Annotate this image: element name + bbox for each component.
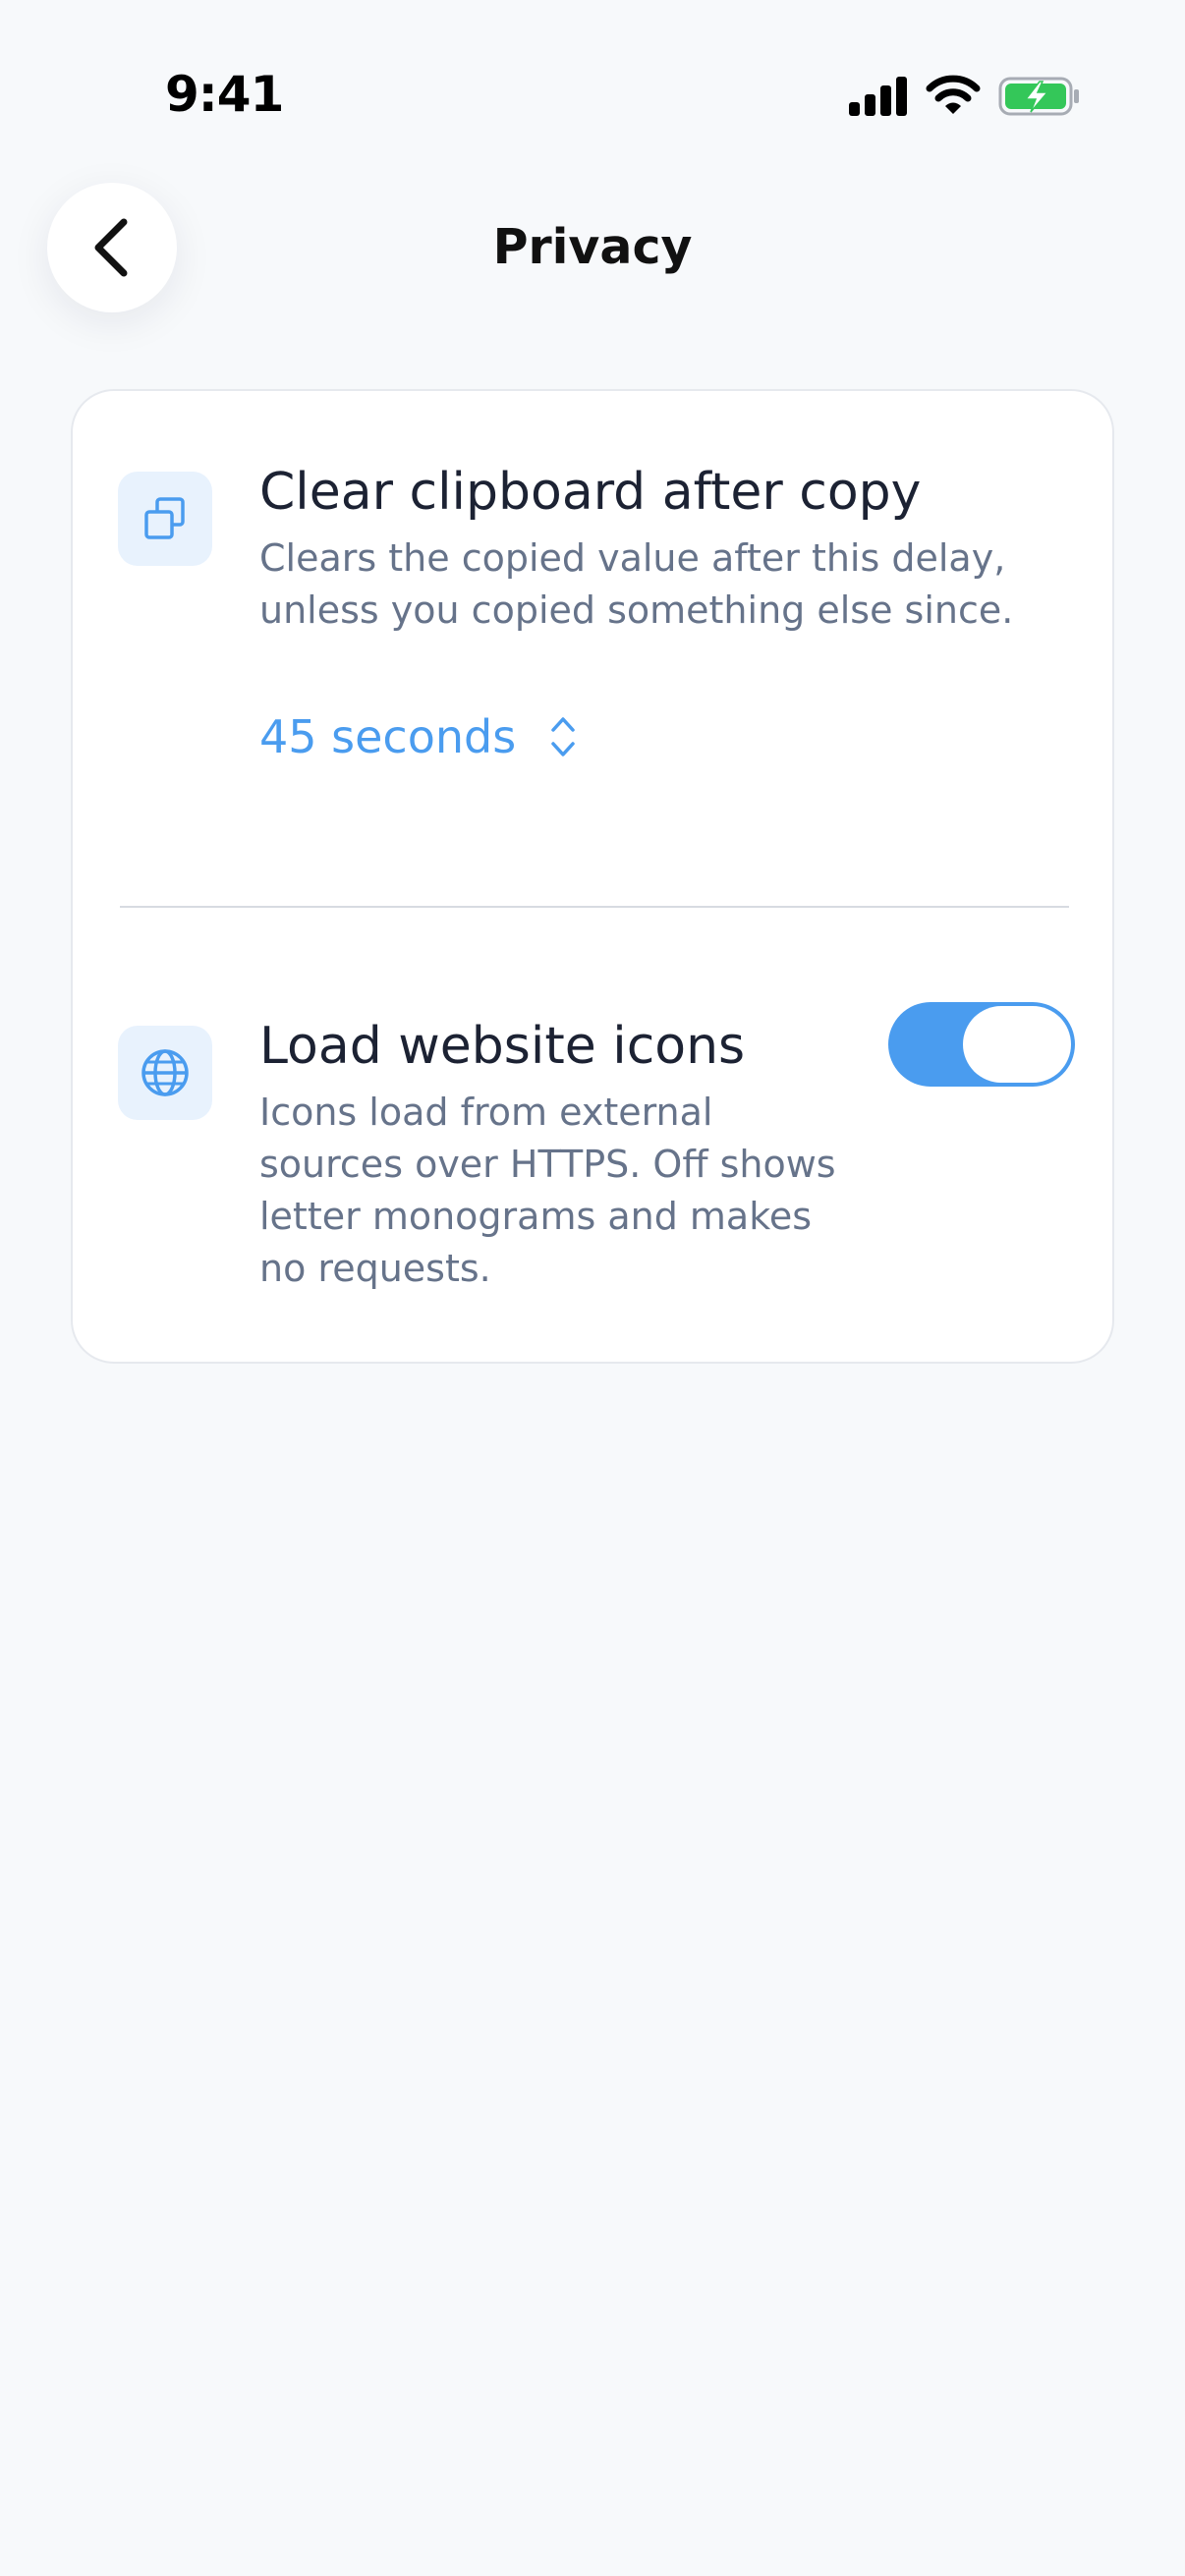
globe-icon [141, 1049, 189, 1096]
website-icons-description-line-1: Icons load from external [259, 1091, 713, 1134]
clipboard-delay-value: 45 seconds [259, 710, 517, 763]
website-icons-setting-title: Load website icons [259, 1017, 746, 1076]
clipboard-delay-selector[interactable]: 45 seconds [259, 707, 577, 766]
privacy-settings-card: Clear clipboard after copy Clears the co… [71, 389, 1114, 1364]
privacy-screen: 9:41 Privacy Clear clipboard after copy [0, 0, 1185, 2576]
copy-icon-tile [118, 472, 212, 566]
website-icons-description-line-3: letter monograms and makes [259, 1195, 813, 1238]
toggle-knob [963, 1006, 1071, 1083]
chevron-up-down-icon [551, 717, 575, 756]
wifi-icon [926, 75, 981, 114]
load-website-icons-toggle[interactable] [888, 1002, 1075, 1087]
clipboard-setting-description-line-2: unless you copied something else since. [259, 588, 1014, 632]
globe-icon-tile [118, 1026, 212, 1120]
signal-icon [849, 77, 907, 116]
website-icons-description-line-4: no requests. [259, 1247, 491, 1290]
status-time: 9:41 [165, 66, 284, 123]
clipboard-setting-title: Clear clipboard after copy [259, 463, 922, 522]
website-icons-description-line-2: sources over HTTPS. Off shows [259, 1143, 836, 1186]
page-title: Privacy [492, 219, 693, 275]
battery-charging-icon [998, 77, 1079, 116]
copy-icon [144, 497, 185, 539]
clipboard-setting-description-line-1: Clears the copied value after this delay… [259, 536, 1006, 580]
row-divider [120, 906, 1069, 908]
